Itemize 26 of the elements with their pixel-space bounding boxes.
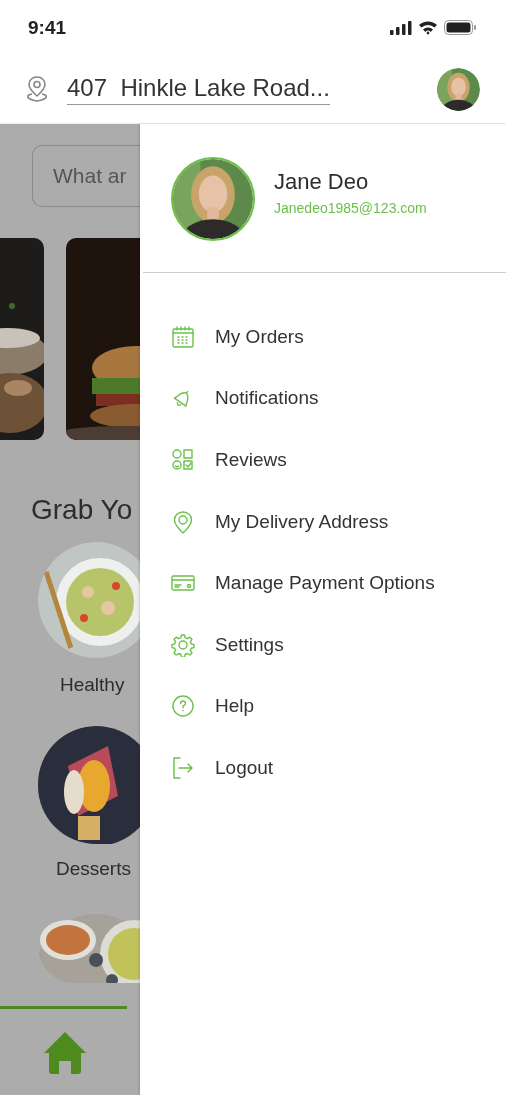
wifi-icon (418, 20, 438, 35)
menu-item[interactable]: My Delivery Address (215, 510, 389, 533)
help-icon[interactable] (171, 694, 195, 719)
menu-item[interactable]: Manage Payment Options (215, 572, 435, 595)
menu-item[interactable]: Help (215, 695, 255, 718)
profile-email: Janedeo1985@123.com (274, 199, 427, 216)
search-field[interactable]: What ar (32, 145, 140, 207)
menu-item[interactable]: Notifications (215, 387, 319, 410)
profile-name: Jane Deo (274, 168, 370, 195)
settings-icon[interactable] (171, 632, 195, 657)
battery-icon (444, 20, 476, 35)
menu-item[interactable]: My Orders (215, 325, 304, 348)
section-heading: Grab Yo (31, 494, 134, 526)
signal-icon (390, 20, 412, 35)
category-label[interactable]: Healthy (60, 674, 125, 696)
menu-item[interactable]: Reviews (215, 449, 287, 471)
calendar-icon[interactable] (171, 324, 195, 349)
category-label[interactable]: Desserts (56, 858, 131, 880)
home-icon[interactable] (43, 1031, 87, 1075)
location-icon[interactable] (171, 509, 195, 534)
status-time: 9:41 (28, 16, 67, 39)
address-link[interactable]: 407 Hinkle Lake Road... (67, 73, 330, 105)
menu-item[interactable]: Logout (215, 756, 274, 779)
menu-item[interactable]: Settings (215, 633, 284, 656)
rating-grid-icon[interactable] (171, 448, 195, 472)
logout-icon[interactable] (171, 755, 195, 780)
